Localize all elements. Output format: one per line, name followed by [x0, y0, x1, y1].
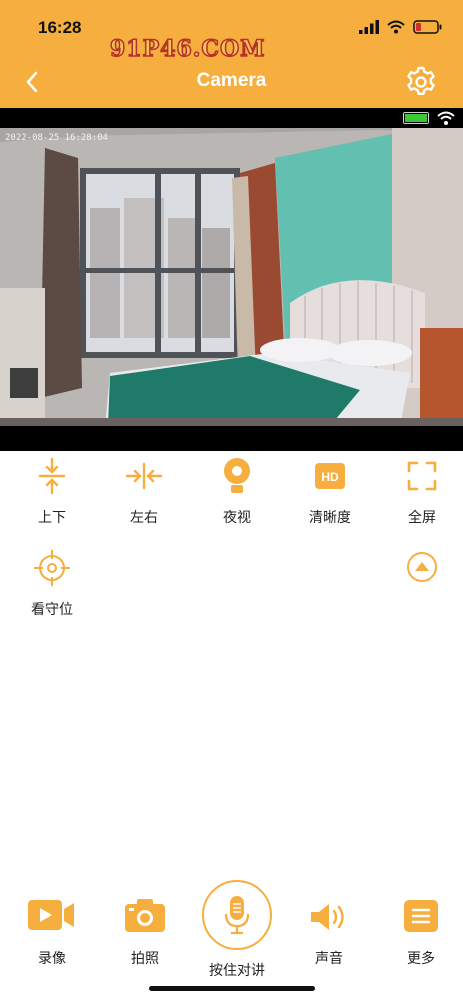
control-resolution[interactable]: HD 清晰度 — [285, 451, 375, 527]
control-left-right[interactable]: 左右 — [99, 451, 189, 527]
talk-circle[interactable] — [202, 880, 272, 950]
sound-label: 声音 — [315, 951, 343, 967]
app-header: 16:28 91P46.COM Camera — [0, 0, 463, 108]
control-label: 左右 — [130, 510, 158, 526]
control-guard-position[interactable]: 看守位 — [7, 543, 97, 619]
camera-icon — [125, 899, 165, 932]
hd-icon: HD — [315, 463, 345, 489]
control-label: 上下 — [38, 510, 66, 526]
signal-icon — [359, 20, 379, 34]
snapshot-label: 拍照 — [131, 951, 159, 967]
camera-status-bar — [0, 108, 463, 128]
control-label: 夜视 — [223, 510, 251, 526]
push-to-talk-button[interactable]: 按住对讲 — [192, 880, 282, 980]
collapse-button[interactable] — [406, 551, 438, 587]
menu-icon — [404, 900, 438, 932]
chevron-up-circle-icon — [407, 552, 437, 582]
camera-battery-icon — [403, 112, 429, 124]
control-label: 全屏 — [408, 510, 436, 526]
snapshot-button[interactable]: 拍照 — [105, 880, 185, 968]
settings-button[interactable] — [403, 64, 439, 100]
control-label: 看守位 — [31, 602, 73, 618]
watermark: 91P46.COM — [109, 35, 266, 63]
camera-image — [0, 128, 463, 426]
fullscreen-icon — [407, 461, 437, 491]
control-up-down[interactable]: 上下 — [7, 451, 97, 527]
microphone-icon — [224, 896, 250, 935]
control-night-vision[interactable]: 夜视 — [192, 451, 282, 527]
record-button[interactable]: 录像 — [12, 880, 92, 968]
camera-wifi-icon — [437, 111, 455, 125]
more-label: 更多 — [407, 951, 435, 967]
crosshair-icon — [34, 550, 70, 586]
control-label: 清晰度 — [309, 510, 351, 526]
horizontal-arrows-icon — [125, 462, 163, 490]
wifi-icon — [387, 20, 405, 34]
camera-timestamp: 2022-08-25 16:28:04 — [5, 133, 108, 143]
status-icons — [359, 20, 443, 34]
status-time: 16:28 — [38, 18, 82, 37]
camera-feed[interactable]: 2022-08-25 16:28:04 — [0, 108, 463, 451]
svg-text:HD: HD — [321, 470, 339, 484]
gear-icon — [407, 66, 435, 95]
video-camera-icon — [28, 900, 74, 930]
page-title: Camera — [196, 70, 267, 91]
speaker-icon — [311, 904, 344, 930]
home-indicator — [149, 986, 315, 991]
record-label: 录像 — [38, 951, 66, 967]
more-button[interactable]: 更多 — [381, 880, 461, 968]
battery-icon — [413, 20, 442, 34]
sound-button[interactable]: 声音 — [289, 880, 369, 968]
vertical-arrows-icon — [38, 457, 66, 495]
night-vision-icon — [224, 458, 250, 493]
talk-label: 按住对讲 — [209, 963, 265, 979]
bottom-toolbar: 录像 拍照 按住对讲 声音 更多 — [0, 880, 463, 1000]
control-fullscreen[interactable]: 全屏 — [377, 451, 463, 527]
